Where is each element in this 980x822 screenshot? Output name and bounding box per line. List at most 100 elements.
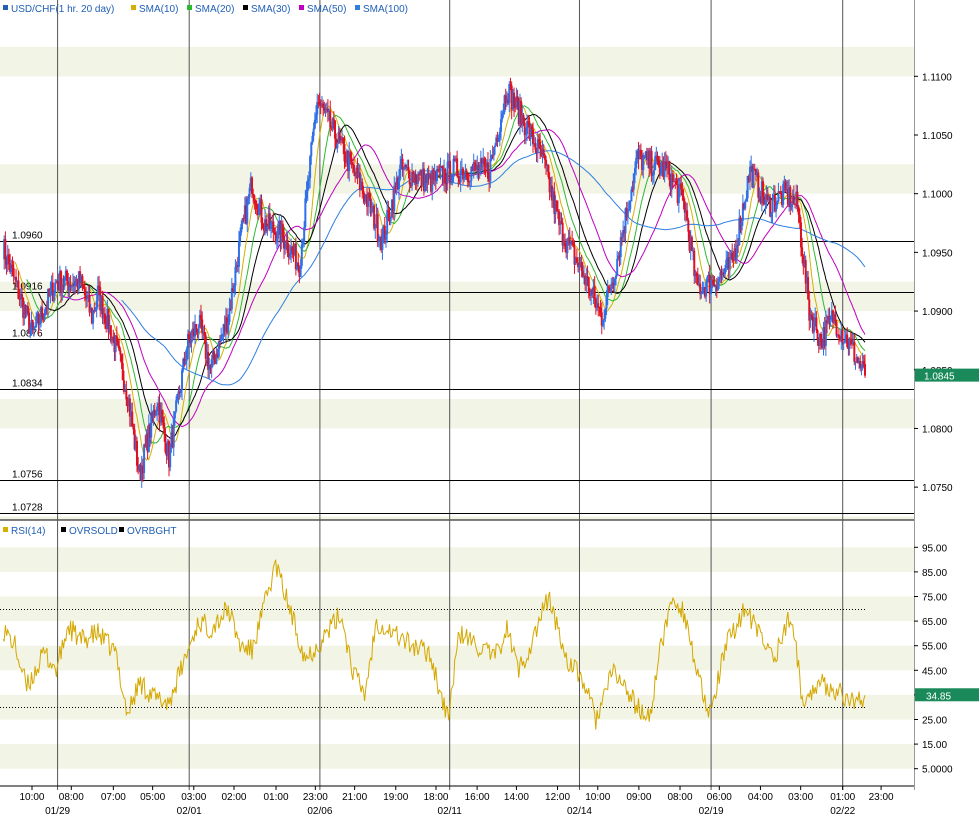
candle-body	[489, 158, 492, 182]
rsi-band	[0, 744, 914, 769]
candle-body	[197, 327, 200, 333]
x-tick-label: 02:00	[221, 792, 246, 803]
rsi-y-tick-label: 85.00	[922, 568, 947, 579]
y-tick-label: 1.0950	[922, 248, 953, 259]
candle-body	[143, 444, 146, 473]
candle-body	[841, 330, 844, 343]
x-tick-label: 23:00	[303, 792, 328, 803]
y-tick-label: 1.1000	[922, 190, 953, 201]
candle-body	[796, 191, 799, 207]
x-tick-label: 09:00	[626, 792, 651, 803]
candle-body	[452, 158, 455, 177]
candle-body	[744, 201, 747, 209]
x-tick-label: 01:00	[264, 792, 289, 803]
legend-swatch	[243, 5, 248, 10]
legend-entry: SMA(50)	[307, 4, 346, 15]
candle-body	[407, 166, 410, 171]
legend-entry: SMA(100)	[363, 4, 408, 15]
y-tick-label: 1.0800	[922, 424, 953, 435]
legend-swatch	[299, 5, 304, 10]
rsi-y-tick-label: 45.00	[922, 666, 947, 677]
candle-body	[4, 239, 7, 259]
candle-body	[597, 303, 600, 307]
x-tick-label: 06:00	[707, 792, 732, 803]
y-tick-label: 1.0900	[922, 307, 953, 318]
candle-body	[815, 317, 818, 331]
legend-entry: SMA(20)	[195, 4, 234, 15]
candle-body	[835, 321, 838, 336]
rsi-band	[0, 596, 914, 622]
rsi-y-tick-label: 55.00	[922, 642, 947, 653]
rsi-band	[0, 547, 914, 572]
legend-entry: SMA(30)	[251, 4, 290, 15]
candle-body	[752, 168, 755, 188]
candle-body	[771, 199, 774, 214]
x-tick-label: 18:00	[423, 792, 448, 803]
x-tick-label: 01:00	[830, 792, 855, 803]
x-tick-label: 10:00	[585, 792, 610, 803]
candle-body	[181, 370, 184, 390]
price-band	[0, 46, 914, 77]
price-band	[0, 281, 914, 312]
rsi-legend-entry: OVRSOLD	[69, 526, 118, 537]
x-tick-label: 19:00	[383, 792, 408, 803]
y-tick-label: 1.1050	[922, 131, 953, 142]
y-tick-label: 1.0750	[922, 483, 953, 494]
legend-swatch	[131, 5, 136, 10]
rsi-legend-swatch	[61, 527, 66, 532]
rsi-y-tick-label: 95.00	[922, 543, 947, 554]
rsi-y-tick-label: 65.00	[922, 617, 947, 628]
candle-body	[332, 118, 335, 121]
x-tick-label: 03:00	[181, 792, 206, 803]
x-tick-label: 16:00	[465, 792, 490, 803]
rsi-legend-swatch	[3, 527, 8, 532]
candle-body	[864, 364, 866, 376]
candle-body	[593, 286, 596, 299]
x-tick-label: 14:00	[504, 792, 529, 803]
rsi-last-value: 34.85	[926, 691, 951, 702]
x-tick-label: 23:00	[869, 792, 894, 803]
candle-body	[687, 220, 690, 232]
candle-body	[336, 143, 339, 149]
candle-body	[12, 268, 15, 278]
x-tick-label: 08:00	[59, 792, 84, 803]
candle-body	[312, 128, 315, 136]
x-tick-label: 07:00	[101, 792, 126, 803]
rsi-legend-swatch	[119, 527, 124, 532]
rsi-legend-entry: OVRBGHT	[127, 526, 176, 537]
candle-body	[389, 217, 392, 221]
legend-entry: SMA(10)	[139, 4, 178, 15]
x-tick-label: 10:00	[19, 792, 44, 803]
level-label: 1.0916	[12, 282, 43, 293]
last-price-value: 1.0845	[924, 372, 955, 383]
rsi-y-tick-label: 75.00	[922, 593, 947, 604]
candle-body	[728, 257, 731, 269]
x-tick-label: 21:00	[342, 792, 367, 803]
x-date-label: 02/19	[699, 806, 724, 817]
candle-body	[792, 195, 795, 204]
x-tick-label: 05:00	[140, 792, 165, 803]
price-band	[0, 516, 914, 520]
level-label: 1.0756	[12, 470, 43, 481]
forex-chart: 1.0960 1.0916 1.0876 1.0834 1.0756 1.0728 1.1…	[0, 0, 980, 817]
x-date-label: 02/06	[307, 806, 332, 817]
candle-body	[853, 341, 856, 362]
candle-body	[642, 157, 645, 171]
level-label: 1.0728	[12, 503, 43, 514]
rsi-legend-entry: RSI(14)	[11, 526, 45, 537]
legend-swatch	[187, 5, 192, 10]
x-date-label: 02/14	[567, 806, 592, 817]
x-tick-label: 08:00	[668, 792, 693, 803]
level-label: 1.0960	[12, 231, 43, 242]
candle-body	[352, 164, 355, 172]
x-date-label: 02/01	[177, 806, 202, 817]
y-tick-label: 1.1100	[922, 72, 952, 83]
x-tick-label: 04:00	[748, 792, 773, 803]
candle-body	[81, 275, 84, 286]
x-tick-label: 12:00	[545, 792, 570, 803]
x-tick-label: 03:00	[788, 792, 813, 803]
candle-body	[303, 227, 306, 242]
candle-body	[195, 324, 198, 330]
legend-swatch	[355, 5, 360, 10]
candle-body	[616, 258, 619, 276]
